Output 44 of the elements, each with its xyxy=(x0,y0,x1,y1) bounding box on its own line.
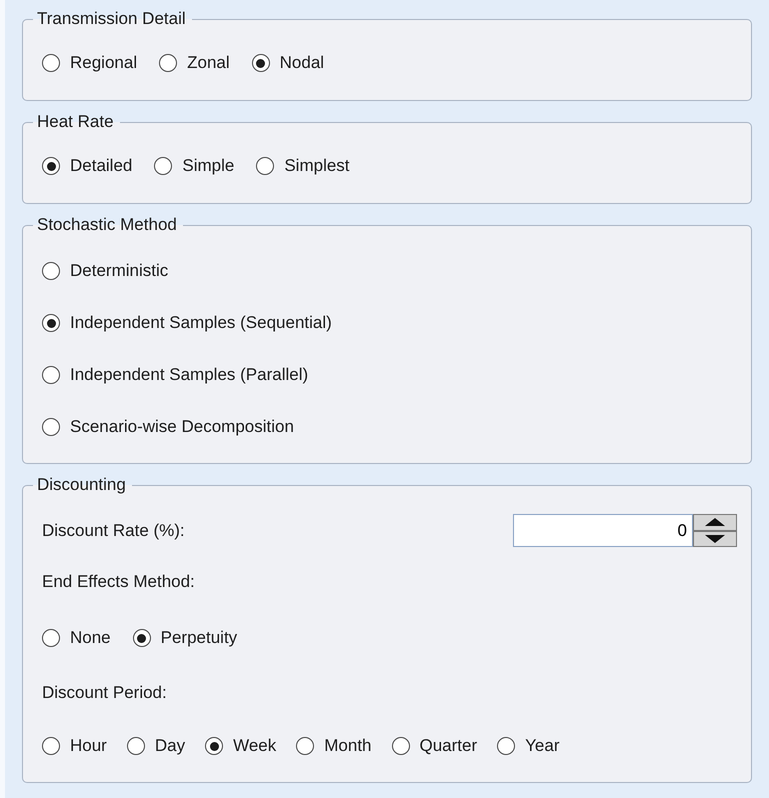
radio-button[interactable] xyxy=(42,54,60,72)
radio-label[interactable]: Zonal xyxy=(187,53,230,73)
radio-label[interactable]: Nodal xyxy=(280,53,324,73)
radio-button[interactable] xyxy=(42,157,60,175)
radio-button[interactable] xyxy=(132,629,151,647)
radio-label[interactable]: Day xyxy=(154,736,186,756)
radio-label[interactable]: Scenario-wise Decomposition xyxy=(70,417,294,437)
radio-label[interactable]: Simple xyxy=(182,156,234,176)
radio-button[interactable] xyxy=(159,54,178,72)
radio-button[interactable] xyxy=(497,737,516,755)
radio-button[interactable] xyxy=(42,737,60,755)
radio-button[interactable] xyxy=(154,157,172,175)
radio-button[interactable] xyxy=(42,629,60,647)
radio-button[interactable] xyxy=(42,314,60,332)
radio-label[interactable]: Quarter xyxy=(420,736,478,756)
radio-label[interactable]: Month xyxy=(324,736,372,756)
radio-label[interactable]: Week xyxy=(233,736,276,756)
spin-down-button[interactable] xyxy=(693,530,737,547)
radio-button[interactable] xyxy=(205,737,224,755)
number-field[interactable]: 0 xyxy=(513,514,693,547)
radio-button[interactable] xyxy=(42,418,60,436)
radio-button[interactable] xyxy=(126,737,145,755)
radio-button[interactable] xyxy=(296,737,314,755)
spin-up-button[interactable] xyxy=(693,514,737,530)
radio-label[interactable]: Simplest xyxy=(284,156,350,176)
caret-up-icon xyxy=(704,517,726,528)
field-label: Discount Period: xyxy=(42,683,168,703)
radio-label[interactable]: Perpetuity xyxy=(160,628,238,648)
radio-label[interactable]: Independent Samples (Parallel) xyxy=(70,365,308,385)
radio-label[interactable]: Hour xyxy=(70,736,107,756)
radio-button[interactable] xyxy=(252,54,270,72)
radio-label[interactable]: Year xyxy=(525,736,560,756)
radio-button[interactable] xyxy=(392,737,410,755)
field-label: End Effects Method: xyxy=(42,572,196,592)
field-label: Discount Rate (%): xyxy=(42,520,185,540)
radio-label[interactable]: Independent Samples (Sequential) xyxy=(70,313,332,333)
radio-label[interactable]: None xyxy=(70,628,111,648)
caret-down-icon xyxy=(704,534,726,544)
radio-label[interactable]: Deterministic xyxy=(70,261,168,281)
radio-button[interactable] xyxy=(42,366,60,384)
radio-label[interactable]: Regional xyxy=(70,53,138,73)
radio-button[interactable] xyxy=(42,262,60,280)
radio-button[interactable] xyxy=(256,157,274,175)
radio-label[interactable]: Detailed xyxy=(70,156,132,176)
